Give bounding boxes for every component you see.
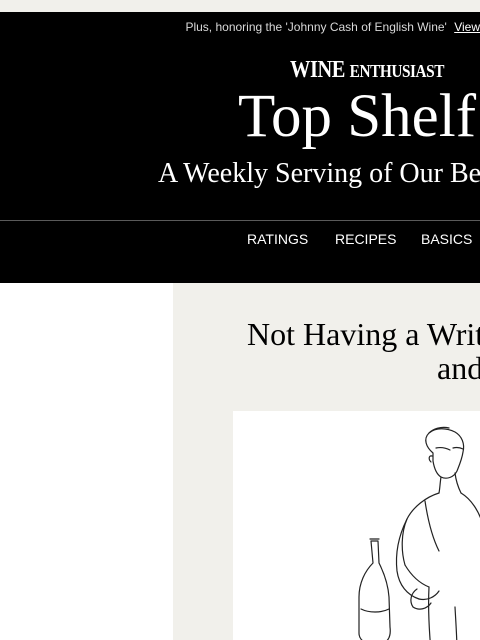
newsletter-subtitle: A Weekly Serving of Our Be <box>158 158 480 189</box>
man-with-wine-bottle-sketch <box>358 426 480 640</box>
brand-logo[interactable]: WINE ENTHUSIAST <box>290 57 444 84</box>
newsletter-title: Top Shelf <box>238 83 477 150</box>
preheader: Plus, honoring the 'Johnny Cash of Engli… <box>185 20 480 34</box>
article-panel: Not Having a Writ and <box>173 283 480 640</box>
top-strip <box>0 0 480 12</box>
article-headline[interactable]: Not Having a Writ and <box>247 316 480 385</box>
nav-bar: RATINGS RECIPES BASICS <box>0 231 480 251</box>
headline-line-1: Not Having a Writ <box>247 316 480 352</box>
newsletter-header: Plus, honoring the 'Johnny Cash of Engli… <box>0 12 480 283</box>
brand-wine: WINE <box>290 57 345 83</box>
nav-ratings[interactable]: RATINGS <box>247 231 308 247</box>
nav-basics[interactable]: BASICS <box>421 231 472 247</box>
view-in-browser-link[interactable]: View <box>454 20 480 34</box>
preheader-text: Plus, honoring the 'Johnny Cash of Engli… <box>185 20 447 34</box>
header-divider <box>0 220 480 221</box>
brand-enthusiast: ENTHUSIAST <box>349 61 445 81</box>
article-illustration[interactable] <box>233 411 480 640</box>
headline-line-2: and <box>437 350 480 386</box>
nav-recipes[interactable]: RECIPES <box>335 231 396 247</box>
